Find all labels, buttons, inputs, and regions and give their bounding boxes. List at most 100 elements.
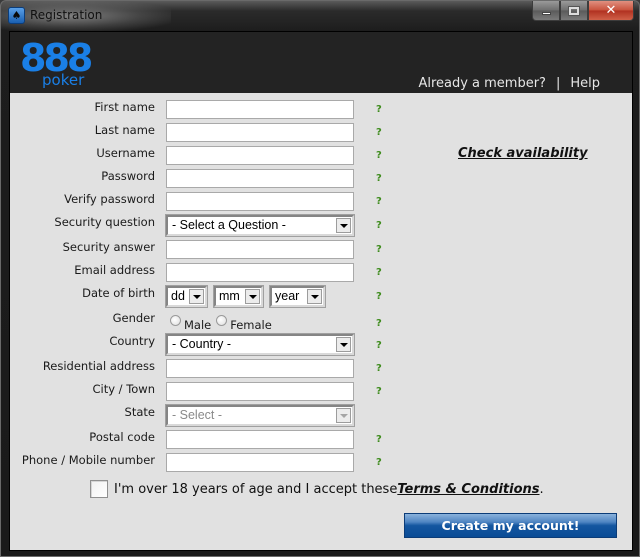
row-security-answer: Security answer ? [10,240,430,262]
security-question-select[interactable]: - Select a Question - [165,214,355,237]
dropdown-arrow-icon[interactable] [189,289,204,304]
help-icon[interactable]: ? [376,150,382,161]
dropdown-arrow-icon[interactable] [245,289,260,304]
terms-suffix: . [539,481,544,497]
gender-female-label[interactable]: Female [230,318,272,332]
row-state: State - Select - [10,404,430,427]
row-password: Password ? [10,169,430,191]
verify-password-input[interactable] [166,192,354,211]
gender-male-label[interactable]: Male [184,318,211,332]
help-icon[interactable]: ? [376,173,382,184]
gender-male-radio[interactable] [170,315,181,326]
email-label: Email address [74,263,155,277]
last-name-label: Last name [94,123,155,137]
help-icon[interactable]: ? [376,196,382,207]
dropdown-arrow-icon[interactable] [307,289,322,304]
dob-day-select[interactable]: dd [165,285,208,308]
password-label: Password [101,169,155,183]
row-first-name: First name ? [10,100,430,122]
help-icon[interactable]: ? [376,220,382,231]
dob-month-select[interactable]: mm [213,285,264,308]
maximize-button[interactable] [560,1,588,21]
help-link[interactable]: Help [570,76,600,91]
password-input[interactable] [166,169,354,188]
row-address: Residential address ? [10,359,430,381]
row-email: Email address ? [10,263,430,285]
row-verify-password: Verify password ? [10,192,430,214]
first-name-input[interactable] [166,100,354,119]
city-label: City / Town [92,382,155,396]
help-icon[interactable]: ? [376,457,382,468]
row-gender: Gender Male Female ? [10,311,430,333]
security-answer-input[interactable] [166,240,354,259]
close-button[interactable]: ✕ [588,1,634,21]
help-icon[interactable]: ? [376,363,382,374]
client-area: 888 poker Already a member? | Help First n… [9,31,633,551]
phone-label: Phone / Mobile number [21,453,155,467]
already-member-link[interactable]: Already a member? [418,76,546,91]
row-security-question: Security question - Select a Question - … [10,214,430,237]
dropdown-arrow-icon[interactable] [336,218,351,233]
help-icon[interactable]: ? [376,434,382,445]
row-username: Username ? [10,146,430,168]
help-icon[interactable]: ? [376,291,382,302]
help-icon[interactable]: ? [376,127,382,138]
maximize-icon [568,5,580,16]
gender-radio-group: Male Female [170,314,277,332]
help-icon[interactable]: ? [376,340,382,351]
link-separator: | [555,76,561,91]
terms-row: I'm over 18 years of age and I accept th… [90,480,544,498]
country-label: Country [109,334,155,348]
dob-year-value: year [275,289,300,303]
terms-text: I'm over 18 years of age and I accept th… [114,481,398,497]
row-phone: Phone / Mobile number ? [10,453,430,475]
username-input[interactable] [166,146,354,165]
help-icon[interactable]: ? [376,244,382,255]
state-label: State [124,405,155,419]
gender-female-radio[interactable] [216,315,228,326]
registration-form: First name ? Last name ? Username ? Pass… [10,93,632,550]
help-icon[interactable]: ? [376,318,382,329]
check-availability-link[interactable]: Check availability [458,146,588,161]
username-label: Username [96,146,155,160]
dob-year-select[interactable]: year [269,285,326,308]
help-icon[interactable]: ? [376,267,382,278]
dropdown-arrow-icon[interactable] [336,408,351,423]
row-country: Country - Country - ? [10,333,430,356]
address-label: Residential address [42,359,155,373]
country-select[interactable]: - Country - [165,333,355,356]
title-bar[interactable]: ♠ Registration ✕ [1,1,640,31]
dob-label: Date of birth [82,286,155,300]
create-account-button[interactable]: Create my account! [404,513,617,538]
terms-link[interactable]: Terms & Conditions [397,482,539,497]
postal-code-input[interactable] [166,430,354,449]
dob-day-value: dd [171,289,185,303]
last-name-input[interactable] [166,123,354,142]
email-input[interactable] [166,263,354,282]
header-bar: 888 poker Already a member? | Help [10,32,632,93]
state-select[interactable]: - Select - [165,404,355,427]
security-question-value: - Select a Question - [172,218,286,232]
dob-month-value: mm [219,289,240,303]
caption-buttons: ✕ [532,1,634,21]
help-icon[interactable]: ? [376,386,382,397]
minimize-button[interactable] [532,1,560,21]
row-last-name: Last name ? [10,123,430,145]
phone-input[interactable] [166,453,354,472]
dropdown-arrow-icon[interactable] [336,337,351,352]
window-title: Registration [30,8,103,22]
header-links: Already a member? | Help [418,76,600,91]
close-icon: ✕ [605,3,617,18]
city-input[interactable] [166,382,354,401]
help-icon[interactable]: ? [376,104,382,115]
address-input[interactable] [166,359,354,378]
logo-word: poker [42,71,85,89]
row-date-of-birth: Date of birth dd mm year ? [10,285,430,308]
gender-label: Gender [112,311,155,325]
state-value: - Select - [172,408,223,422]
terms-checkbox[interactable] [90,480,108,498]
registration-window: ♠ Registration ✕ 888 poker Already a mem… [0,0,640,557]
minimize-icon [541,12,551,15]
security-answer-label: Security answer [62,240,155,254]
postal-code-label: Postal code [89,430,155,444]
